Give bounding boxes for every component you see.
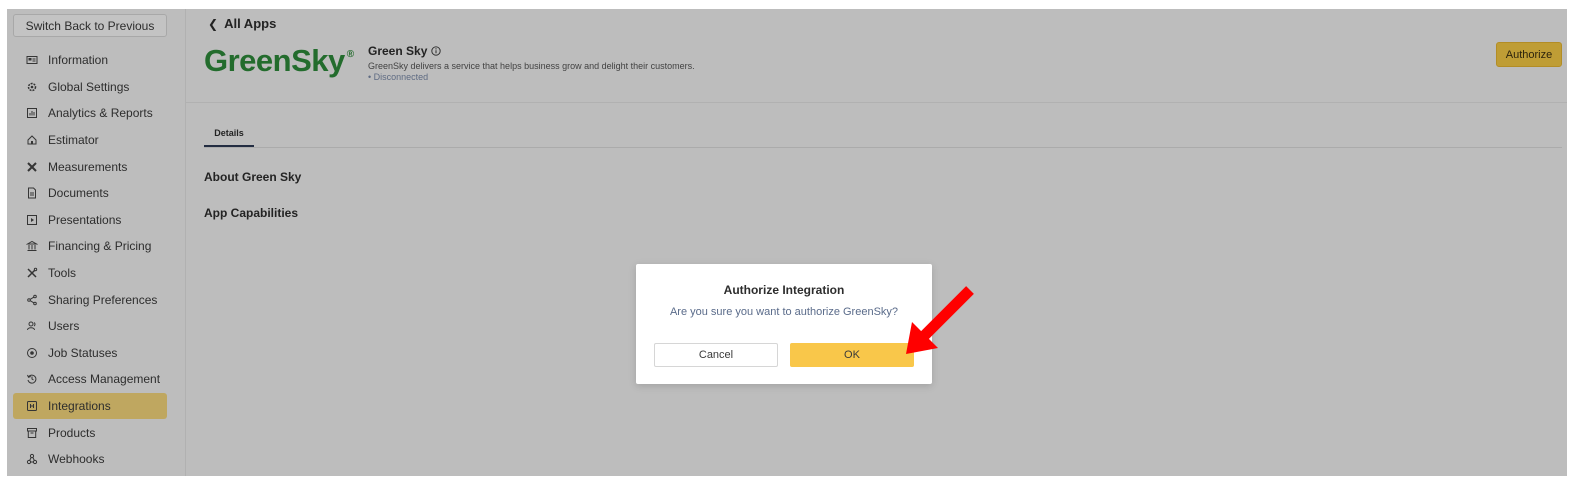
ok-button[interactable]: OK (790, 343, 914, 367)
dialog-message: Are you sure you want to authorize Green… (669, 306, 899, 318)
dialog-title: Authorize Integration (723, 283, 845, 297)
authorize-dialog: Authorize Integration Are you sure you w… (636, 264, 932, 384)
modal-backdrop[interactable] (7, 9, 1567, 476)
annotation-arrow-icon (906, 286, 974, 354)
cancel-button[interactable]: Cancel (654, 343, 778, 367)
